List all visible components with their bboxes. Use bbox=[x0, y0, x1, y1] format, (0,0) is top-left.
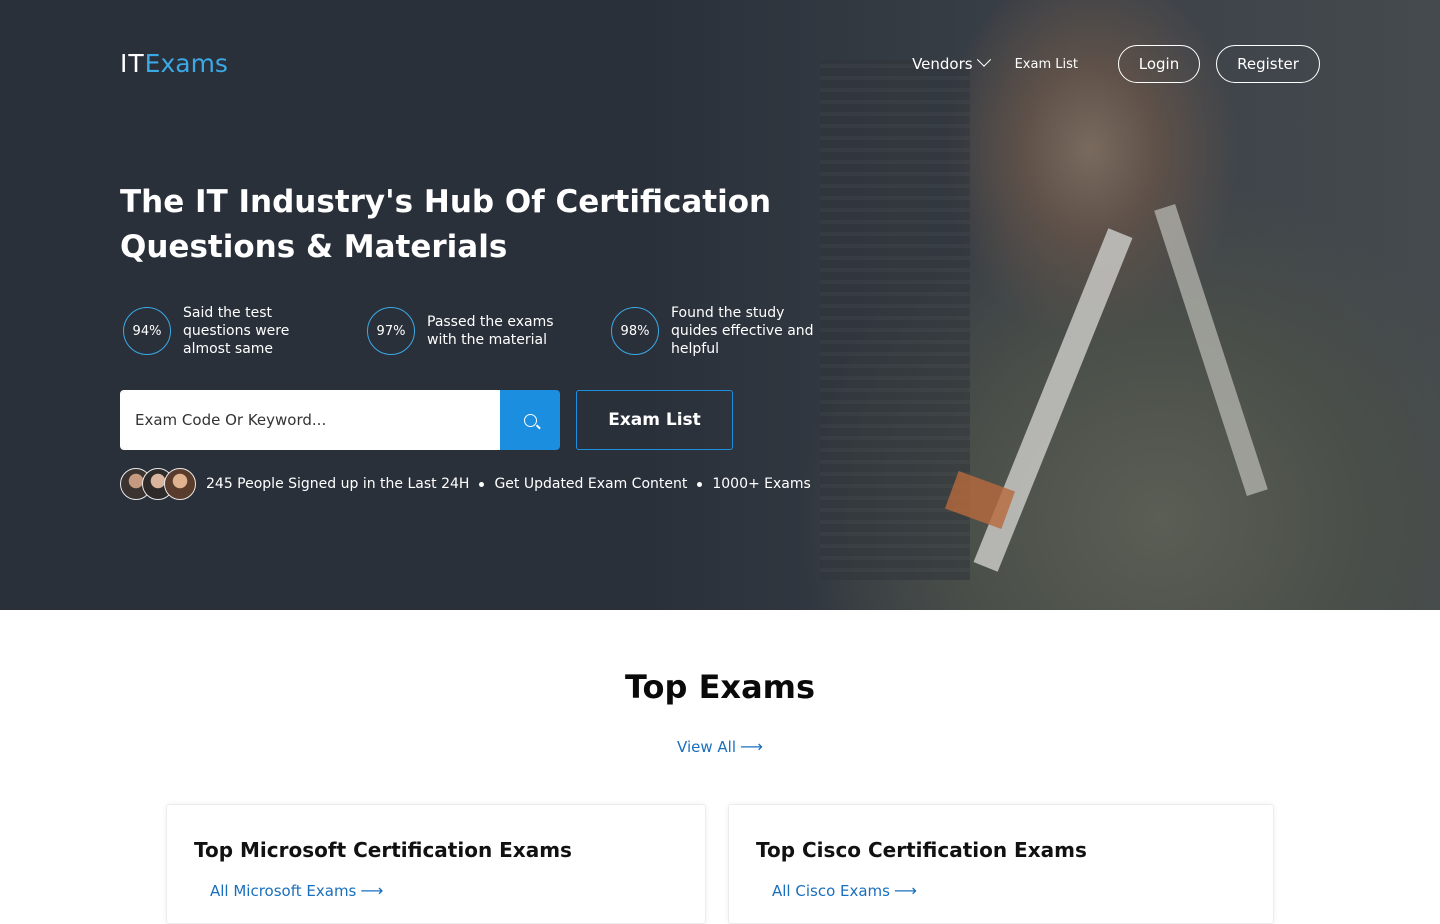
updated-content: Get Updated Exam Content bbox=[494, 476, 688, 492]
stat-text: Said the test questions were almost same bbox=[183, 305, 290, 357]
exam-list-button[interactable]: Exam List bbox=[576, 390, 733, 450]
register-button[interactable]: Register bbox=[1216, 45, 1320, 83]
stat-percent-ring: 94% bbox=[123, 307, 171, 355]
card-title: Top Cisco Certification Exams bbox=[756, 838, 1087, 862]
microsoft-exams-card: Top Microsoft Certification Exams All Mi… bbox=[166, 804, 706, 924]
signed-up-count: 245 People Signed up in the Last 24H bbox=[206, 476, 470, 492]
top-exams-title: Top Exams bbox=[624, 668, 816, 706]
card-link-label: All Cisco Exams bbox=[772, 882, 890, 900]
avatar-group bbox=[120, 468, 196, 500]
stats-row: 94% Said the test questions were almost … bbox=[120, 304, 852, 358]
chevron-down-icon bbox=[976, 52, 991, 67]
social-proof: 245 People Signed up in the Last 24H Get… bbox=[120, 468, 811, 500]
stat-text: Found the study quides effective and hel… bbox=[671, 305, 814, 357]
social-text: 245 People Signed up in the Last 24H Get… bbox=[206, 476, 811, 492]
arrow-right-icon: ⟶ bbox=[894, 881, 917, 900]
logo[interactable]: IT Exams bbox=[120, 47, 228, 79]
card-title: Top Microsoft Certification Exams bbox=[194, 838, 572, 862]
exam-count: 1000+ Exams bbox=[712, 476, 811, 492]
logo-it: IT bbox=[120, 48, 145, 78]
top-nav: Vendors Exam List Login Register bbox=[912, 45, 1320, 83]
arrow-right-icon: ⟶ bbox=[740, 737, 763, 756]
all-microsoft-exams-link[interactable]: All Microsoft Exams ⟶ bbox=[210, 881, 383, 900]
nav-exam-list-link[interactable]: Exam List bbox=[1015, 57, 1078, 72]
logo-exams: Exams bbox=[144, 48, 228, 78]
stat-percent-ring: 97% bbox=[367, 307, 415, 355]
stat-percent-ring: 98% bbox=[611, 307, 659, 355]
cisco-exams-card: Top Cisco Certification Exams All Cisco … bbox=[728, 804, 1274, 924]
avatar bbox=[164, 468, 196, 500]
bullet-dot bbox=[479, 481, 485, 487]
search-button[interactable] bbox=[500, 390, 560, 450]
view-all-label: View All bbox=[677, 738, 737, 756]
nav-vendors-label: Vendors bbox=[912, 55, 973, 73]
view-all-link[interactable]: View All ⟶ bbox=[0, 737, 1440, 756]
stat-item: 97% Passed the exams with the material bbox=[364, 304, 608, 358]
all-cisco-exams-link[interactable]: All Cisco Exams ⟶ bbox=[772, 881, 917, 900]
card-link-label: All Microsoft Exams bbox=[210, 882, 357, 900]
hero-section: IT Exams Vendors Exam List Login Register… bbox=[0, 0, 1440, 610]
hero-headline: The IT Industry's Hub Of Certification Q… bbox=[120, 184, 772, 265]
search-input[interactable]: Exam Code Or Keyword... bbox=[120, 390, 500, 450]
search-icon bbox=[523, 413, 537, 427]
arrow-right-icon: ⟶ bbox=[360, 881, 384, 900]
search-row: Exam Code Or Keyword... Exam List bbox=[120, 390, 733, 450]
stat-item: 94% Said the test questions were almost … bbox=[120, 304, 364, 358]
lanyard-shape-right bbox=[1154, 203, 1268, 497]
login-button[interactable]: Login bbox=[1118, 45, 1200, 83]
stat-item: 98% Found the study quides effective and… bbox=[608, 304, 852, 358]
bullet-dot bbox=[697, 481, 703, 487]
stat-text: Passed the exams with the material bbox=[427, 314, 554, 348]
nav-vendors-dropdown[interactable]: Vendors bbox=[912, 52, 991, 73]
